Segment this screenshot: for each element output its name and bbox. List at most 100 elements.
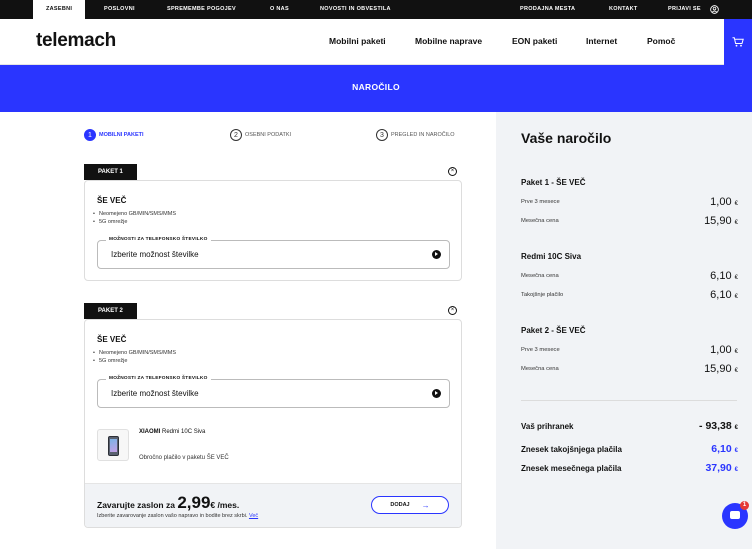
insurance-price: 2,99: [177, 493, 211, 512]
select-label: MOŽNOSTI ZA TELEFONSKO ŠTEVILKO: [106, 237, 211, 242]
nav-internet[interactable]: Internet: [586, 36, 617, 46]
step-label: PREGLED IN NAROČILO: [391, 132, 455, 138]
select-label: MOŽNOSTI ZA TELEFONSKO ŠTEVILKO: [106, 376, 211, 381]
summary-row-value: 1,00 €: [710, 196, 738, 208]
summary-row-label: Prve 3 mesece: [521, 347, 560, 353]
package-1-feature: 5G omrežje: [93, 219, 128, 225]
summary-divider: [521, 400, 737, 401]
currency-symbol: €: [734, 294, 738, 300]
step-label: OSEBNI PODATKI: [245, 132, 292, 138]
step-number: 3: [376, 129, 388, 141]
chevron-right-icon: [432, 250, 441, 259]
price-value: 1,00: [710, 344, 732, 356]
currency-symbol: €: [734, 467, 738, 473]
nav-pomoc[interactable]: Pomoč: [647, 36, 675, 46]
topbar-link-novosti[interactable]: NOVOSTI IN OBVESTILA: [320, 0, 391, 19]
summary-row-value: 6,10 €: [710, 289, 738, 301]
currency-symbol: €: [734, 275, 738, 281]
nav-eon-paketi[interactable]: EON paketi: [512, 36, 557, 46]
currency-symbol: €: [734, 448, 738, 454]
summary-section-title: Redmi 10C Siva: [521, 252, 582, 261]
price-value: 6,10: [710, 289, 732, 301]
remove-package-2-icon[interactable]: ×: [448, 306, 457, 315]
topbar-link-o-nas[interactable]: O NAS: [270, 0, 289, 19]
price-value: 6,10: [710, 270, 732, 282]
total-immediate: 6,10 €: [711, 443, 738, 455]
cart-icon: [732, 37, 744, 47]
price-value: 15,90: [704, 215, 732, 227]
package-2-tag: PAKET 2: [84, 303, 137, 319]
device-brand: XIAOMI: [139, 429, 161, 435]
currency-symbol: €: [734, 425, 738, 431]
step-number: 1: [84, 129, 96, 141]
total-label: Znesek mesečnega plačila: [521, 464, 622, 473]
insurance-prefix: Zavarujte zaslon za: [97, 500, 175, 510]
summary-section-title: Paket 1 - ŠE VEČ: [521, 178, 586, 187]
insurance-suffix: € /mes.: [210, 500, 240, 510]
step-osebni-podatki[interactable]: 2 OSEBNI PODATKI: [230, 129, 291, 141]
summary-title: Vaše naročilo: [521, 130, 612, 146]
nav-mobilni-paketi[interactable]: Mobilni paketi: [329, 36, 386, 46]
screen-insurance-box: Zavarujte zaslon za 2,99€ /mes. Izberite…: [85, 483, 461, 527]
insurance-more-link[interactable]: Več: [249, 513, 258, 519]
remove-package-1-icon[interactable]: ×: [448, 167, 457, 176]
currency-symbol: €: [734, 368, 738, 374]
insurance-headline: Zavarujte zaslon za 2,99€ /mes.: [97, 493, 239, 513]
summary-row-label: Mesečna cena: [521, 366, 559, 372]
package-1-feature: Neomejeno GB/MIN/SMS/MMS: [93, 211, 176, 217]
topbar-link-poslovni[interactable]: POSLOVNI: [104, 0, 135, 19]
total-label: Znesek takojšnjega plačila: [521, 445, 622, 454]
notification-badge: 1: [740, 501, 749, 510]
user-icon[interactable]: [710, 5, 719, 14]
summary-row-value: 6,10 €: [710, 270, 738, 282]
main-header: telemach Mobilni paketi Mobilne naprave …: [0, 19, 752, 65]
summary-row-value: 15,90 €: [704, 363, 738, 375]
device-title: XIAOMI Redmi 10C Siva: [139, 429, 205, 435]
currency-symbol: €: [734, 349, 738, 355]
package-2-feature: Neomejeno GB/MIN/SMS/MMS: [93, 350, 176, 356]
currency-symbol: €: [734, 201, 738, 207]
package-1-tag: PAKET 1: [84, 164, 137, 180]
step-mobilni-paketi[interactable]: 1 MOBILNI PAKETI: [84, 129, 144, 141]
topbar-link-spremembe-pogojev[interactable]: SPREMEMBE POGOJEV: [167, 0, 236, 19]
package-1-plan-name: ŠE VEČ: [97, 196, 127, 205]
add-insurance-button[interactable]: DODAJ →: [371, 496, 449, 514]
select-value: Izberite možnost številke: [111, 389, 199, 398]
package-2-number-select[interactable]: MOŽNOSTI ZA TELEFONSKO ŠTEVILKO Izberite…: [97, 376, 450, 408]
total-value: - 93,38: [699, 420, 732, 432]
total-monthly: 37,90 €: [705, 462, 738, 474]
topbar-link-prodajna-mesta[interactable]: PRODAJNA MESTA: [520, 0, 575, 19]
device-note: Obročno plačilo v paketu ŠE VEČ: [139, 455, 229, 461]
insurance-desc-text: Izberite zavarovanje zaslon vašo napravo…: [97, 513, 248, 519]
chat-button[interactable]: 1: [722, 501, 749, 529]
step-label: MOBILNI PAKETI: [99, 132, 144, 138]
total-savings: - 93,38 €: [699, 420, 738, 432]
step-pregled-in-narocilo[interactable]: 3 PREGLED IN NAROČILO: [376, 129, 455, 141]
device-image: [97, 429, 129, 461]
topbar-link-zasebni[interactable]: ZASEBNI: [33, 0, 86, 19]
total-value: 37,90: [705, 462, 732, 474]
price-value: 1,00: [710, 196, 732, 208]
nav-mobilne-naprave[interactable]: Mobilne naprave: [415, 36, 482, 46]
step-number: 2: [230, 129, 242, 141]
page-banner: NAROČILO: [0, 65, 752, 112]
device-name: Redmi 10C Siva: [162, 429, 206, 435]
summary-row-value: 1,00 €: [710, 344, 738, 356]
package-1-card: ŠE VEČ Neomejeno GB/MIN/SMS/MMS 5G omrež…: [84, 180, 462, 281]
select-value: Izberite možnost številke: [111, 250, 199, 259]
summary-row-label: Prve 3 mesece: [521, 199, 560, 205]
cart-button[interactable]: [724, 19, 752, 65]
arrow-right-icon: →: [421, 500, 430, 510]
package-2-plan-name: ŠE VEČ: [97, 335, 127, 344]
telemach-logo[interactable]: telemach: [36, 30, 116, 52]
chat-icon: [730, 511, 740, 519]
topbar-link-kontakt[interactable]: KONTAKT: [609, 0, 638, 19]
currency-symbol: €: [734, 220, 738, 226]
total-value: 6,10: [711, 443, 732, 455]
chevron-right-icon: [432, 389, 441, 398]
package-2-feature: 5G omrežje: [93, 358, 128, 364]
package-1-number-select[interactable]: MOŽNOSTI ZA TELEFONSKO ŠTEVILKO Izberite…: [97, 237, 450, 269]
total-label: Vaš prihranek: [521, 422, 574, 431]
summary-row-value: 15,90 €: [704, 215, 738, 227]
topbar-link-prijavi-se[interactable]: PRIJAVI SE: [668, 0, 701, 19]
